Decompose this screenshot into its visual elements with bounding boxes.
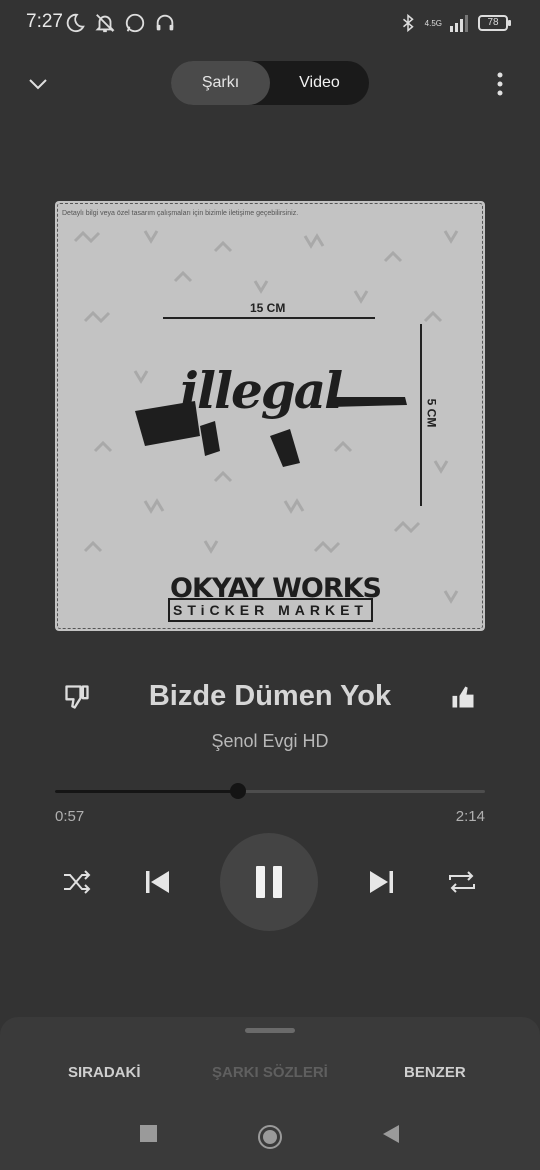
bottom-sheet: SIRADAKİ ŞARKI SÖZLERİ BENZER (0, 1017, 540, 1170)
progress-bar[interactable] (55, 783, 485, 799)
thumbs-down-icon[interactable] (63, 683, 91, 711)
headphones-icon (156, 14, 174, 31)
tab-song[interactable]: Şarkı (171, 61, 270, 105)
do-not-disturb-moon-icon (66, 13, 85, 33)
repeat-icon[interactable] (446, 866, 478, 898)
pause-button[interactable] (220, 833, 318, 931)
skip-previous-icon[interactable] (141, 866, 173, 898)
status-time: 7:27 (26, 11, 63, 32)
progress-knob[interactable] (229, 783, 246, 799)
artwork-width-label: 15 CM (250, 301, 286, 315)
chevron-down-icon[interactable] (26, 72, 50, 96)
song-title: Bizde Dümen Yok (148, 680, 392, 712)
skip-next-icon[interactable] (366, 866, 398, 898)
artwork-note: Detaylı bilgi veya özel tasarım çalışmal… (62, 210, 299, 217)
network-type-label: 4.5G (424, 18, 442, 28)
back-icon[interactable] (382, 1125, 400, 1143)
whatsapp-icon (125, 13, 145, 33)
tab-lyrics[interactable]: ŞARKI SÖZLERİ (212, 1064, 328, 1081)
progress-fill (55, 790, 238, 793)
more-options-icon[interactable] (488, 70, 512, 98)
signal-icon (450, 15, 468, 32)
total-duration: 2:14 (455, 808, 485, 825)
thumbs-up-icon[interactable] (449, 683, 477, 711)
artwork-height-label: 5 CM (424, 398, 439, 428)
sheet-drag-handle[interactable] (245, 1028, 295, 1033)
song-video-toggle: Şarkı Video (171, 61, 369, 105)
bluetooth-icon (402, 13, 414, 33)
pause-icon (256, 866, 282, 898)
status-left-icons (64, 12, 176, 34)
status-right-icons: 4.5G 78 (399, 12, 511, 34)
recent-apps-icon[interactable] (140, 1125, 157, 1142)
player-top-bar: Şarkı Video (0, 60, 540, 106)
artwork-brand-tagline: STiCKER MARKET (168, 598, 373, 622)
tab-related[interactable]: BENZER (404, 1064, 466, 1081)
muted-bell-icon (95, 14, 115, 33)
artwork-logo-text: illegal (180, 361, 343, 420)
home-icon[interactable] (257, 1124, 283, 1150)
tab-video[interactable]: Video (270, 61, 369, 105)
shuffle-icon[interactable] (61, 866, 93, 898)
tab-up-next[interactable]: SIRADAKİ (68, 1064, 141, 1081)
song-artist[interactable]: Şenol Evgi HD (100, 731, 440, 752)
status-bar: 7:27 4.5G 78 (0, 0, 540, 46)
elapsed-time: 0:57 (55, 808, 85, 825)
battery-indicator: 78 (478, 15, 511, 31)
album-artwork: Detaylı bilgi veya özel tasarım çalışmal… (55, 201, 485, 631)
